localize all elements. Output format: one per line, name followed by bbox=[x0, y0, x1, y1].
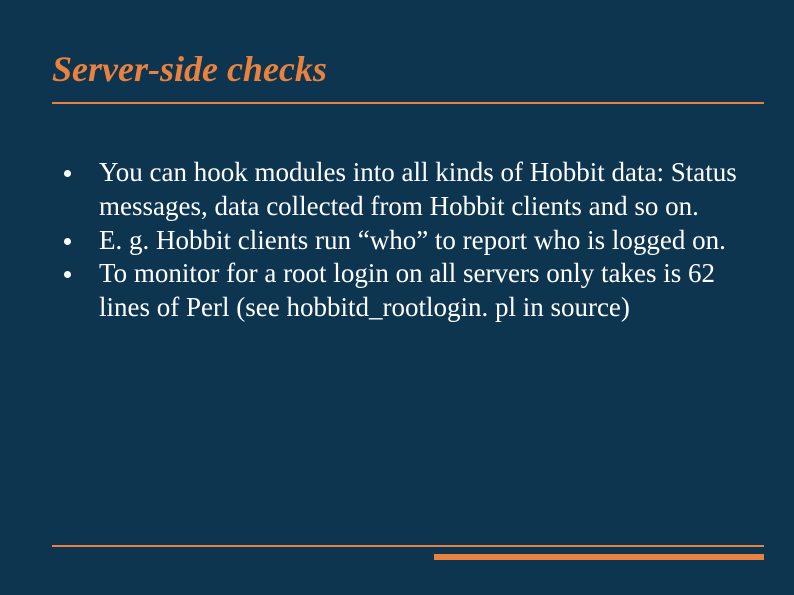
bullet-icon bbox=[64, 238, 71, 245]
list-item: You can hook modules into all kinds of H… bbox=[60, 156, 754, 224]
slide-title: Server-side checks bbox=[52, 48, 742, 90]
slide: Server-side checks You can hook modules … bbox=[0, 0, 794, 595]
list-item-text: E. g. Hobbit clients run “who” to report… bbox=[99, 224, 754, 258]
list-item-text: To monitor for a root login on all serve… bbox=[99, 257, 754, 325]
slide-body: You can hook modules into all kinds of H… bbox=[60, 156, 754, 325]
list-item-text: You can hook modules into all kinds of H… bbox=[99, 156, 754, 224]
footer-rule-thick bbox=[434, 554, 764, 560]
bullet-icon bbox=[64, 271, 71, 278]
bullet-icon bbox=[64, 170, 71, 177]
list-item: E. g. Hobbit clients run “who” to report… bbox=[60, 224, 754, 258]
footer-rule-thin bbox=[52, 545, 764, 547]
list-item: To monitor for a root login on all serve… bbox=[60, 257, 754, 325]
title-underline bbox=[52, 102, 764, 104]
